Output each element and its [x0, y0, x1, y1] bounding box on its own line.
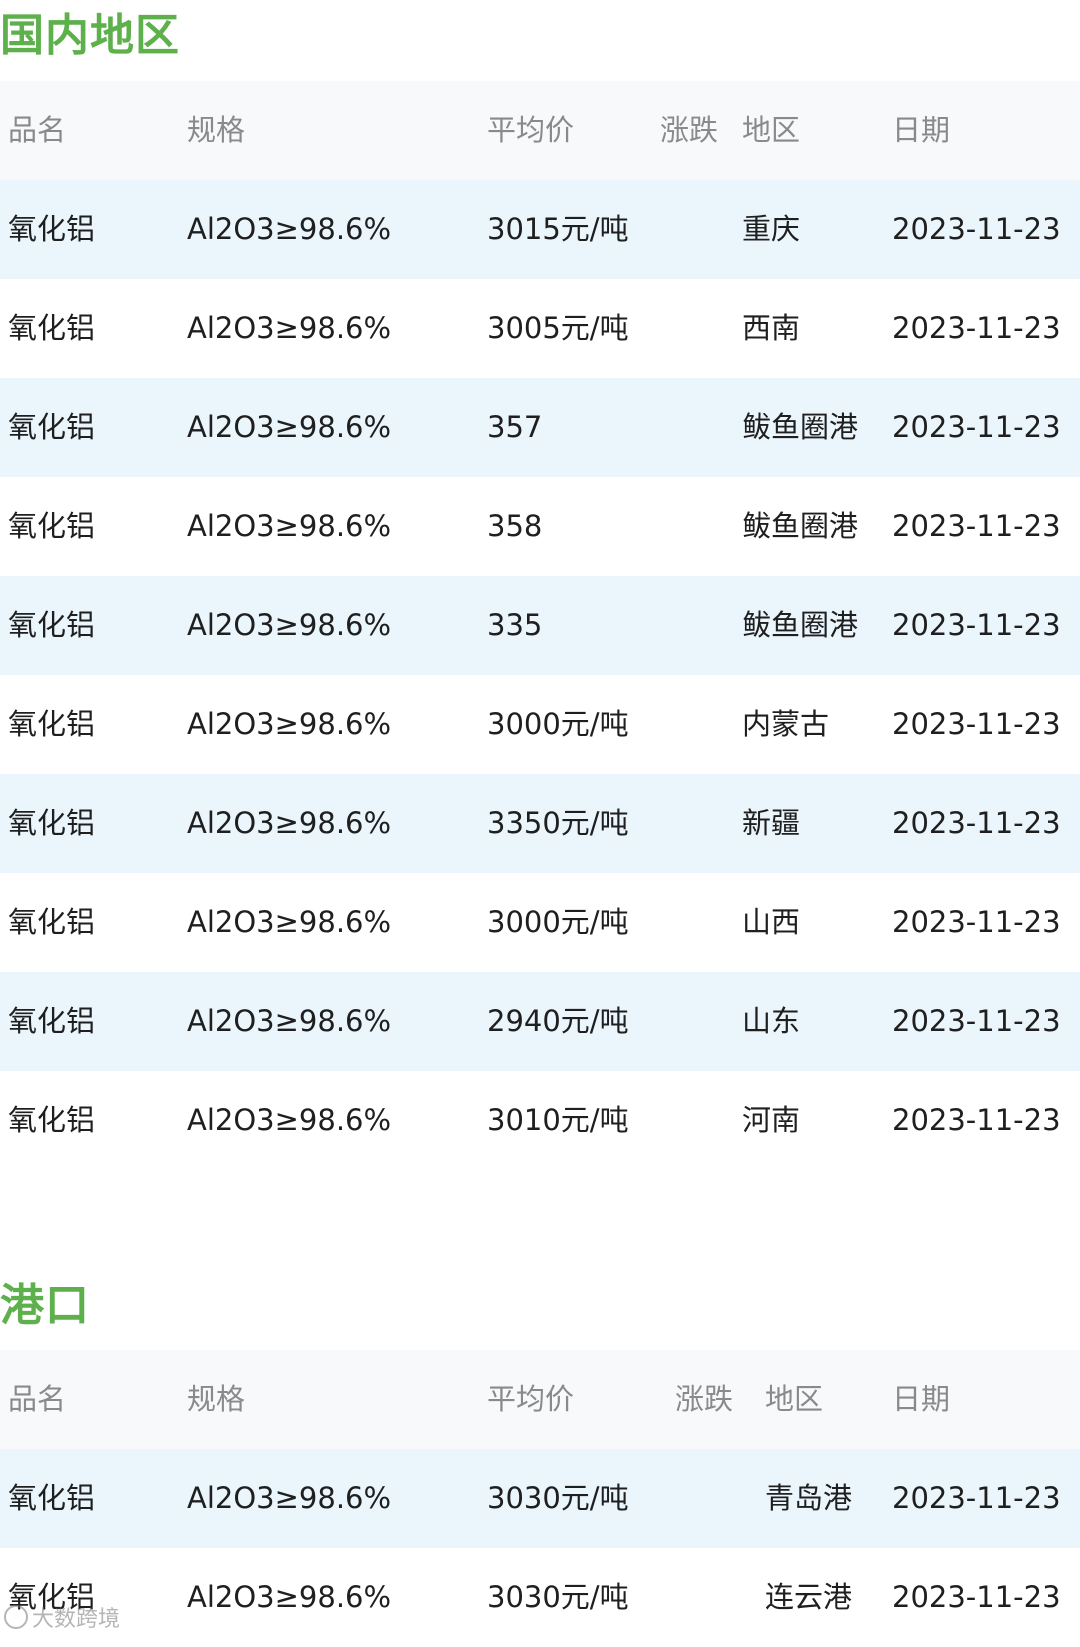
cell-region: 鲅鱼圈港	[742, 410, 859, 444]
cell-price: 3030元/吨	[487, 1481, 629, 1515]
table-row: 氧化铝 Al2O3≥98.6% 3350元/吨 新疆 2023-11-23	[0, 774, 1080, 873]
cell-price: 3005元/吨	[487, 311, 629, 345]
cell-price: 358	[487, 509, 543, 543]
header-name: 品名	[8, 1382, 67, 1416]
cell-date: 2023-11-23	[892, 212, 1061, 246]
cell-name: 氧化铝	[8, 1580, 96, 1614]
cell-price: 357	[487, 410, 543, 444]
cell-spec: Al2O3≥98.6%	[187, 608, 392, 642]
header-spec: 规格	[187, 113, 246, 147]
cell-date: 2023-11-23	[892, 1103, 1061, 1137]
table-row: 氧化铝 Al2O3≥98.6% 3005元/吨 西南 2023-11-23	[0, 279, 1080, 378]
cell-spec: Al2O3≥98.6%	[187, 905, 392, 939]
table-row: 氧化铝 Al2O3≥98.6% 3000元/吨 内蒙古 2023-11-23	[0, 675, 1080, 774]
cell-date: 2023-11-23	[892, 707, 1061, 741]
cell-spec: Al2O3≥98.6%	[187, 707, 392, 741]
section-title-domestic: 国内地区	[0, 10, 180, 61]
cell-spec: Al2O3≥98.6%	[187, 410, 392, 444]
header-change: 涨跌	[675, 1382, 734, 1416]
cell-name: 氧化铝	[8, 311, 96, 345]
cell-spec: Al2O3≥98.6%	[187, 1580, 392, 1614]
cell-region: 青岛港	[765, 1481, 853, 1515]
header-change: 涨跌	[660, 113, 719, 147]
cell-price: 2940元/吨	[487, 1004, 629, 1038]
cell-region: 山西	[742, 905, 801, 939]
cell-date: 2023-11-23	[892, 608, 1061, 642]
header-date: 日期	[892, 113, 951, 147]
table-row: 氧化铝 Al2O3≥98.6% 357 鲅鱼圈港 2023-11-23	[0, 378, 1080, 477]
cell-date: 2023-11-23	[892, 311, 1061, 345]
header-price: 平均价	[487, 1382, 575, 1416]
cell-spec: Al2O3≥98.6%	[187, 806, 392, 840]
cell-name: 氧化铝	[8, 707, 96, 741]
cell-name: 氧化铝	[8, 905, 96, 939]
cell-region: 山东	[742, 1004, 801, 1038]
cell-price: 3030元/吨	[487, 1580, 629, 1614]
cell-price: 3000元/吨	[487, 905, 629, 939]
header-date: 日期	[892, 1382, 951, 1416]
cell-date: 2023-11-23	[892, 1580, 1061, 1614]
cell-name: 氧化铝	[8, 1004, 96, 1038]
cell-region: 河南	[742, 1103, 801, 1137]
table-row: 氧化铝 Al2O3≥98.6% 3015元/吨 重庆 2023-11-23	[0, 180, 1080, 279]
cell-spec: Al2O3≥98.6%	[187, 212, 392, 246]
cell-date: 2023-11-23	[892, 410, 1061, 444]
cell-price: 3015元/吨	[487, 212, 629, 246]
header-spec: 规格	[187, 1382, 246, 1416]
cell-name: 氧化铝	[8, 806, 96, 840]
section-title-port: 港口	[0, 1280, 90, 1331]
cell-spec: Al2O3≥98.6%	[187, 1481, 392, 1515]
header-region: 地区	[742, 113, 801, 147]
cell-name: 氧化铝	[8, 509, 96, 543]
cell-region: 鲅鱼圈港	[742, 608, 859, 642]
cell-spec: Al2O3≥98.6%	[187, 1103, 392, 1137]
table-row: 氧化铝 Al2O3≥98.6% 3010元/吨 河南 2023-11-23	[0, 1071, 1080, 1170]
cell-region: 鲅鱼圈港	[742, 509, 859, 543]
cell-price: 3010元/吨	[487, 1103, 629, 1137]
table-header-domestic: 品名 规格 平均价 涨跌 地区 日期	[0, 81, 1080, 180]
cell-spec: Al2O3≥98.6%	[187, 311, 392, 345]
cell-date: 2023-11-23	[892, 1481, 1061, 1515]
header-region: 地区	[765, 1382, 824, 1416]
table-row: 氧化铝 Al2O3≥98.6% 3030元/吨 青岛港 2023-11-23	[0, 1449, 1080, 1548]
cell-spec: Al2O3≥98.6%	[187, 509, 392, 543]
cell-name: 氧化铝	[8, 1481, 96, 1515]
cell-region: 西南	[742, 311, 801, 345]
table-row: 氧化铝 Al2O3≥98.6% 358 鲅鱼圈港 2023-11-23	[0, 477, 1080, 576]
cell-name: 氧化铝	[8, 1103, 96, 1137]
cell-date: 2023-11-23	[892, 806, 1061, 840]
cell-name: 氧化铝	[8, 608, 96, 642]
cell-price: 335	[487, 608, 543, 642]
header-name: 品名	[8, 113, 67, 147]
cell-region: 新疆	[742, 806, 801, 840]
cell-region: 连云港	[765, 1580, 853, 1614]
table-header-port: 品名 规格 平均价 涨跌 地区 日期	[0, 1350, 1080, 1449]
table-row: 氧化铝 Al2O3≥98.6% 3000元/吨 山西 2023-11-23	[0, 873, 1080, 972]
cell-price: 3000元/吨	[487, 707, 629, 741]
cell-price: 3350元/吨	[487, 806, 629, 840]
table-row: 氧化铝 Al2O3≥98.6% 2940元/吨 山东 2023-11-23	[0, 972, 1080, 1071]
table-row: 氧化铝 Al2O3≥98.6% 3030元/吨 连云港 2023-11-23	[0, 1548, 1080, 1647]
cell-date: 2023-11-23	[892, 905, 1061, 939]
cell-name: 氧化铝	[8, 410, 96, 444]
table-row: 氧化铝 Al2O3≥98.6% 335 鲅鱼圈港 2023-11-23	[0, 576, 1080, 675]
cell-region: 内蒙古	[742, 707, 830, 741]
cell-spec: Al2O3≥98.6%	[187, 1004, 392, 1038]
cell-date: 2023-11-23	[892, 509, 1061, 543]
cell-date: 2023-11-23	[892, 1004, 1061, 1038]
cell-name: 氧化铝	[8, 212, 96, 246]
header-price: 平均价	[487, 113, 575, 147]
cell-region: 重庆	[742, 212, 801, 246]
